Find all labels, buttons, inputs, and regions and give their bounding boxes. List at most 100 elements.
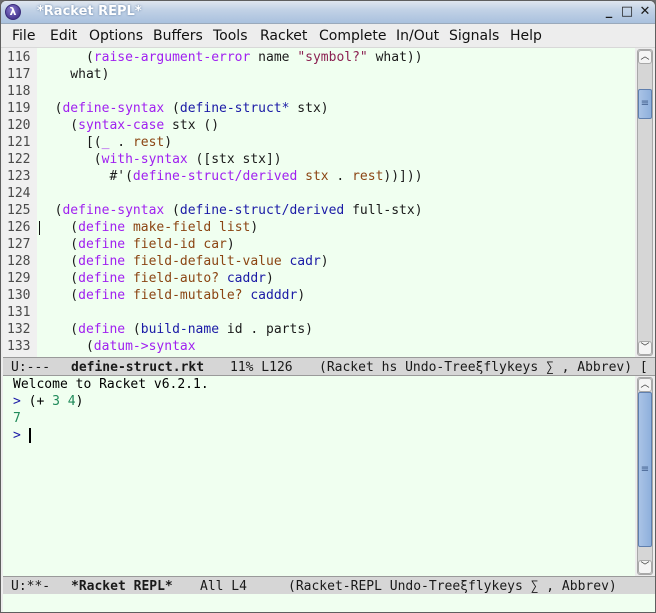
repl-pane[interactable]: Welcome to Racket v6.2.1. > (+ 3 4) 7 > [3,376,635,576]
code-token: define-struct/derived [132,169,298,184]
code-line[interactable]: 124 [3,185,623,202]
modeline-buffer-name[interactable]: define-struct.rkt [71,359,204,376]
modeline-modes[interactable]: (Racket hs Undo-Treeξflykeys ∑ , Abbrev)… [319,359,648,376]
line-number: 118 [7,84,31,99]
code-line[interactable]: 131 [3,304,623,321]
repl-input-number: 4 [67,394,76,409]
line-number: 123 [7,169,31,184]
code-token: ) [266,271,274,286]
close-icon[interactable]: ✕ [637,4,653,20]
line-number: 128 [7,254,31,269]
menu-racket[interactable]: Racket [260,28,307,44]
line-number: 121 [7,135,31,150]
repl-prompt: > [13,428,21,443]
code-token: ) [164,135,173,150]
modeline-modes[interactable]: (Racket-REPL Undo-Treeξflykeys ∑ , Abbre… [288,578,617,595]
line-number: 125 [7,203,31,218]
scroll-up-icon[interactable]: ︿ [638,50,652,64]
code-token: build-name [140,322,220,337]
code-line[interactable]: 119 (define-syntax (define-struct* stx) [3,100,623,117]
line-number: 129 [7,271,31,286]
code-token: ( [39,203,63,218]
code-line[interactable]: 120 (syntax-case stx () [3,117,623,134]
code-text: what) [39,66,109,83]
code-line[interactable]: 125 (define-syntax (define-struct/derive… [3,202,623,219]
code-token: ( [39,220,79,235]
code-text: (with-syntax ([stx stx]) [39,151,282,168]
code-text: (raise-argument-error name "symbol?" wha… [39,49,423,66]
code-token: id . parts) [219,322,313,337]
code-text: (syntax-case stx () [39,117,219,134]
code-token: ( [125,322,141,337]
repl-input-space [60,394,68,409]
code-token: ( [39,271,79,286]
modeline-buffer-name[interactable]: *Racket REPL* [71,578,173,595]
modeline-position: 11% L126 [230,360,293,375]
repl-input-open: (+ [28,394,53,409]
repl-scrollbar-thumb[interactable]: ≡ [638,392,652,547]
menu-options[interactable]: Options [89,28,143,44]
repl-output: 7 [13,411,21,426]
code-line[interactable]: 116 (raise-argument-error name "symbol?"… [3,49,623,66]
title-bar[interactable]: λ *Racket REPL* _ □ ✕ [1,1,655,24]
editor-pane[interactable]: 116 (raise-argument-error name "symbol?"… [3,48,635,357]
menu-signals[interactable]: Signals [449,28,499,44]
line-number: 116 [7,50,31,65]
code-line[interactable]: 117 what) [3,66,623,83]
code-token: [( [39,135,102,150]
code-token: raise-argument-error [93,50,251,65]
code-line[interactable]: 122 (with-syntax ([stx stx]) [3,151,623,168]
code-token: field-id [132,237,196,252]
code-line[interactable]: 126 (define make-field list) [3,219,623,236]
code-line[interactable]: 130 (define field-mutable? cadddr) [3,287,623,304]
scroll-up-icon[interactable]: ︿ [638,378,652,392]
menu-buffers[interactable]: Buffers [153,28,203,44]
code-token: ([stx stx]) [187,152,282,167]
menu-file[interactable]: File [12,28,35,44]
code-text: (define-syntax (define-struct* stx) [39,100,329,117]
repl-current-prompt-line[interactable]: > [13,427,633,444]
code-token: "symbol?" [297,50,368,65]
code-token: field-mutable? [132,288,243,303]
code-token: with-syntax [101,152,188,167]
code-token: field-default-value [132,254,282,269]
repl-input-line: > (+ 3 4) [13,393,633,410]
code-line[interactable]: 133 (datum->syntax [3,338,623,355]
editor-scrollbar[interactable]: ︿ ≡ ﹀ [637,49,653,356]
modeline-editor: U:--- define-struct.rkt 11% L126 (Racket… [3,357,655,376]
code-line[interactable]: 132 (define (build-name id . parts) [3,321,623,338]
line-number: 119 [7,101,31,116]
code-line[interactable]: 129 (define field-auto? caddr) [3,270,623,287]
menu-complete[interactable]: Complete [319,28,386,44]
code-line[interactable]: 128 (define field-default-value cadr) [3,253,623,270]
editor-scrollbar-thumb[interactable]: ≡ [638,89,652,119]
code-text: (define field-default-value cadr) [39,253,328,270]
racket-logo-icon[interactable]: λ [5,4,21,20]
code-token: name [250,50,298,65]
modeline-position: All L4 [200,579,247,594]
menu-in-out[interactable]: In/Out [396,28,439,44]
scroll-down-icon[interactable]: ﹀ [638,341,652,355]
menu-help[interactable]: Help [510,28,542,44]
line-number: 130 [7,288,31,303]
emacs-window: λ *Racket REPL* _ □ ✕ File Edit Options … [0,0,656,613]
maximize-icon[interactable]: □ [619,4,635,20]
minibuffer[interactable] [3,594,655,612]
code-line[interactable]: 123 #'(define-struct/derived stx . rest)… [3,168,623,185]
minimize-icon[interactable]: _ [601,4,617,20]
menu-tools[interactable]: Tools [213,28,248,44]
code-token: define-struct/derived [179,203,345,218]
repl-scrollbar[interactable]: ︿ ≡ ﹀ [637,377,653,575]
menu-edit[interactable]: Edit [50,28,77,44]
code-line[interactable]: 121 [(_ . rest) [3,134,623,151]
code-line[interactable]: 118 [3,83,623,100]
code-token: ( [39,152,102,167]
code-token: cadr [289,254,321,269]
code-token: full-stx) [344,203,423,218]
code-line[interactable]: 127 (define field-id car) [3,236,623,253]
scroll-down-icon[interactable]: ﹀ [638,560,652,574]
code-token: stx () [164,118,220,133]
code-token: what)) [367,50,423,65]
line-number: 127 [7,237,31,252]
